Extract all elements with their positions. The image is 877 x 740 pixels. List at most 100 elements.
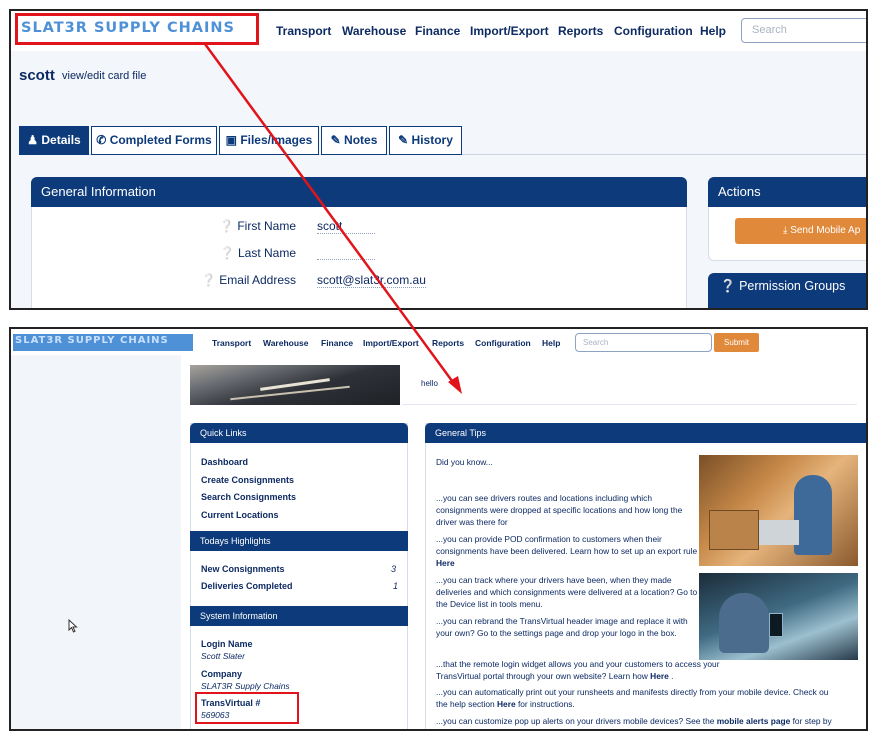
nav-reports[interactable]: Reports <box>432 338 464 348</box>
page-title: scott <box>19 67 55 84</box>
nav-finance[interactable]: Finance <box>415 24 460 38</box>
tab-notes-label: Notes <box>344 133 378 147</box>
hello-text: hello <box>421 379 438 388</box>
tab-files-images[interactable]: ▣ Files/Images <box>219 126 319 155</box>
tip-pod: ...you can provide POD confirmation to c… <box>436 533 698 569</box>
permission-groups-header: ❔ Permission Groups <box>708 273 866 308</box>
tip-print-help-text: the help section <box>436 699 497 709</box>
first-name-label-text: First Name <box>237 219 296 233</box>
quick-link-current-locations[interactable]: Current Locations <box>201 510 279 520</box>
email-value[interactable]: scott@slat3r.com.au <box>317 273 426 288</box>
general-tips-header: General Tips <box>425 423 866 443</box>
road-light-streak <box>230 385 350 401</box>
nav-warehouse[interactable]: Warehouse <box>263 338 309 348</box>
tab-completed-forms[interactable]: ✆ Completed Forms <box>91 126 217 155</box>
box-shape <box>709 510 759 550</box>
tip-remote-login-text: ...that the remote login widget allows y… <box>436 659 720 681</box>
general-info-header: General Information <box>31 177 687 207</box>
left-page-background <box>11 355 181 729</box>
nav-help[interactable]: Help <box>542 338 560 348</box>
last-name-value[interactable] <box>317 246 375 260</box>
bottom-screenshot-panel: SLAT3R SUPPLY CHAINS Transport Warehouse… <box>9 327 868 731</box>
tip-pod-text: ...you can provide POD confirmation to c… <box>436 534 698 556</box>
tab-details-label: Details <box>41 133 81 147</box>
mobile-alerts-link[interactable]: mobile alerts page <box>717 716 791 726</box>
nav-transport[interactable]: Transport <box>212 338 251 348</box>
quick-link-search-consignments[interactable]: Search Consignments <box>201 492 296 502</box>
tab-completed-forms-label: Completed Forms <box>109 133 212 147</box>
first-name-label: ❔ First Name <box>181 219 296 233</box>
help-icon: ❔ <box>201 273 216 287</box>
tip-rebrand: ...you can rebrand the TransVirtual head… <box>436 616 688 638</box>
login-name-label: Login Name <box>201 639 253 649</box>
help-icon: ❔ <box>219 219 234 233</box>
general-info-title: General Information <box>41 184 156 199</box>
tip-print-runsheets: ...you can automatically print out your … <box>436 686 866 710</box>
first-name-value[interactable]: scott <box>317 219 375 234</box>
company-value: SLAT3R Supply Chains <box>201 681 290 691</box>
top-screenshot-panel: SLAT3R SUPPLY CHAINS Transport Warehouse… <box>9 9 868 310</box>
nav-configuration[interactable]: Configuration <box>614 24 693 38</box>
deliveries-completed-label[interactable]: Deliveries Completed <box>201 581 293 591</box>
tab-history-label: History <box>411 133 453 147</box>
tab-details[interactable]: ♟ Details <box>19 126 89 155</box>
search-input[interactable]: Search <box>575 333 712 352</box>
driver-shape <box>719 593 769 653</box>
nav-warehouse[interactable]: Warehouse <box>342 24 406 38</box>
new-consignments-count: 3 <box>391 564 397 574</box>
tip-alerts-end: for step by <box>790 716 832 726</box>
tip-alerts-text: ...you can customize pop up alerts on yo… <box>436 716 717 726</box>
tip-remote-login-end: . <box>668 671 674 681</box>
quick-link-create-consignments[interactable]: Create Consignments <box>201 475 294 485</box>
phone-icon: ✆ <box>96 133 107 147</box>
nav-configuration[interactable]: Configuration <box>475 338 531 348</box>
permission-groups-title: Permission Groups <box>739 279 846 293</box>
image-icon: ▣ <box>225 133 237 147</box>
tab-files-images-label: Files/Images <box>240 133 313 147</box>
logo[interactable]: SLAT3R SUPPLY CHAINS <box>15 335 169 346</box>
worker-shape <box>794 475 832 555</box>
warehouse-worker-image <box>699 455 858 566</box>
nav-transport[interactable]: Transport <box>276 24 331 38</box>
user-icon: ♟ <box>27 133 39 147</box>
nav-import-export[interactable]: Import/Export <box>470 24 549 38</box>
pencil-icon: ✎ <box>330 133 341 147</box>
phone-shape <box>769 613 783 637</box>
nav-reports[interactable]: Reports <box>558 24 603 38</box>
export-rule-link[interactable]: Here <box>436 558 455 568</box>
last-name-label: ❔ Last Name <box>181 246 296 260</box>
submit-button[interactable]: Submit <box>714 333 759 352</box>
nav-help[interactable]: Help <box>700 24 726 38</box>
login-name-value: Scott Slater <box>201 651 245 661</box>
email-label: ❔ Email Address <box>181 273 296 287</box>
help-section-link[interactable]: Here <box>497 699 516 709</box>
transvirtual-highlight-box <box>195 692 299 724</box>
tab-notes[interactable]: ✎ Notes <box>321 126 387 155</box>
send-mobile-app-label: Send Mobile Ap <box>790 225 861 236</box>
did-you-know: Did you know... <box>436 457 493 467</box>
search-input[interactable]: Search <box>741 18 866 43</box>
tab-history[interactable]: ✎ History <box>389 126 462 155</box>
quick-link-dashboard[interactable]: Dashboard <box>201 457 248 467</box>
tip-print-text: ...you can automatically print out your … <box>436 687 829 697</box>
actions-header: Actions <box>708 177 866 207</box>
tip-remote-login: ...that the remote login widget allows y… <box>436 658 726 682</box>
send-mobile-app-button[interactable]: ⤓ Send Mobile Ap <box>735 218 866 244</box>
laptop-shape <box>759 520 799 545</box>
new-consignments-label[interactable]: New Consignments <box>201 564 285 574</box>
nav-finance[interactable]: Finance <box>321 338 353 348</box>
download-icon: ⤓ <box>783 225 788 236</box>
banner-area <box>402 365 857 405</box>
page-subtitle: view/edit card file <box>62 70 147 82</box>
help-icon: ❔ <box>219 246 235 260</box>
nav-import-export[interactable]: Import/Export <box>363 338 419 348</box>
highway-banner-image <box>190 365 400 405</box>
tip-routes: ...you can see drivers routes and locati… <box>436 493 683 527</box>
deliveries-completed-count: 1 <box>393 581 399 591</box>
email-label-text: Email Address <box>219 273 296 287</box>
pencil-icon: ✎ <box>398 133 409 147</box>
tip-popup-alerts: ...you can customize pop up alerts on yo… <box>436 715 866 727</box>
remote-login-link[interactable]: Here <box>650 671 669 681</box>
actions-title: Actions <box>718 184 761 199</box>
tip-track-drivers: ...you can track where your drivers have… <box>436 575 698 609</box>
